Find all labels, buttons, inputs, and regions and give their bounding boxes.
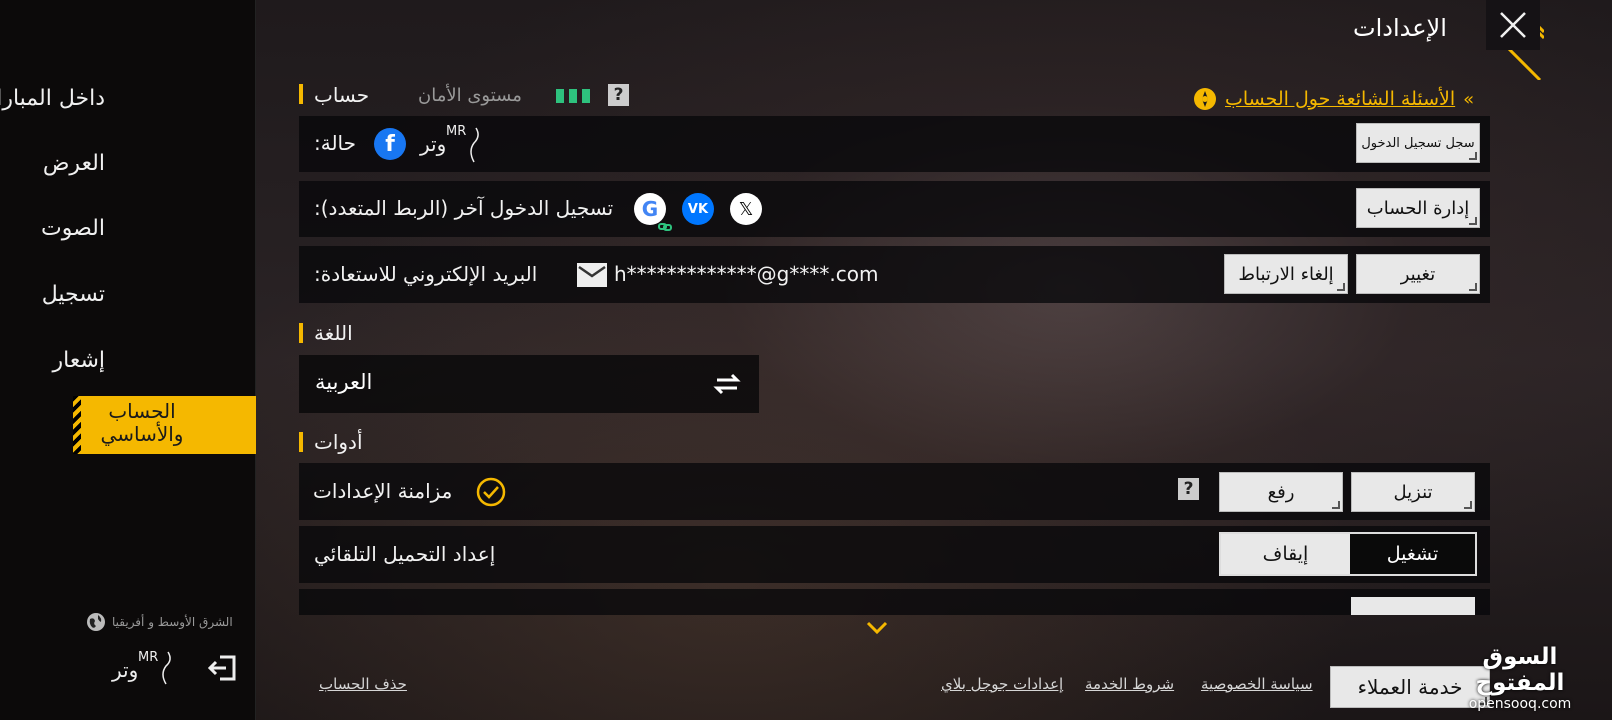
double-chevron-icon: « xyxy=(1463,88,1475,110)
language-section-title: اللغة xyxy=(314,321,353,345)
account-faq-link-row[interactable]: الأسئلة الشائعة حول الحساب « xyxy=(1193,87,1474,111)
tools-section-title: أدوات xyxy=(314,430,363,454)
tools-section-bar xyxy=(299,432,303,452)
player-name: وتر xyxy=(112,658,139,682)
sidebar-item-recording[interactable]: تسجيل xyxy=(42,282,105,307)
vk-icon[interactable]: VK xyxy=(682,193,714,225)
globe-icon xyxy=(86,612,106,632)
page-title: الإعدادات xyxy=(1353,14,1447,42)
auto-load-label: إعداد التحميل التلقائي xyxy=(314,542,496,566)
region-row: الشرق الأوسط و أفريقيا xyxy=(86,612,233,632)
sidebar-item-account-active[interactable]: الحساب والأساسي xyxy=(73,396,259,454)
recovery-email-value: h*************@g****.com xyxy=(614,262,879,286)
sidebar: داخل المباراة العرض الصوت تسجيل إشعار ال… xyxy=(0,0,259,720)
security-bar xyxy=(556,89,564,103)
security-help-icon[interactable]: ? xyxy=(608,84,629,106)
sync-settings-label: مزامنة الإعدادات xyxy=(313,479,453,503)
close-icon xyxy=(1500,12,1526,38)
link-chain-icon xyxy=(658,217,672,231)
watermark: السوق المفتوح opensooq.com xyxy=(1440,644,1600,712)
close-button[interactable] xyxy=(1486,0,1540,50)
security-bar xyxy=(582,89,590,103)
sync-check-icon xyxy=(476,477,506,507)
partial-row-button[interactable] xyxy=(1351,597,1475,615)
status-tag-curl-icon xyxy=(470,127,479,163)
language-current: العربية xyxy=(315,370,373,394)
swap-arrows-icon xyxy=(713,373,741,395)
unlink-button[interactable]: إلغاء الارتباط xyxy=(1224,254,1348,294)
language-selector[interactable]: العربية xyxy=(299,355,759,413)
account-section-title: حساب xyxy=(314,83,370,107)
terms-of-service-link[interactable]: شروط الخدمة xyxy=(1085,675,1174,693)
region-label: الشرق الأوسط و أفريقيا xyxy=(112,615,233,629)
account-faq-link[interactable]: الأسئلة الشائعة حول الحساب xyxy=(1225,88,1455,110)
manage-account-button[interactable]: إدارة الحساب xyxy=(1356,188,1480,228)
auto-load-toggle: إيقاف تشغيل xyxy=(1219,532,1477,576)
player-name-badge: وتر MR xyxy=(112,650,172,686)
watermark-latin: opensooq.com xyxy=(1468,696,1572,712)
facebook-icon: f xyxy=(374,128,406,160)
sync-help-icon[interactable]: ? xyxy=(1178,478,1199,500)
logout-icon[interactable] xyxy=(207,654,238,682)
x-twitter-icon[interactable]: 𝕏 xyxy=(730,193,762,225)
toggle-off-option[interactable]: إيقاف xyxy=(1221,534,1350,574)
other-login-label: تسجيل الدخول آخر (الربط المتعدد): xyxy=(314,196,614,220)
recovery-email-label: البريد الإلكتروني للاستعادة: xyxy=(314,262,538,286)
language-section-bar xyxy=(299,323,303,343)
status-name: وتر xyxy=(420,132,447,156)
faq-badge-icon xyxy=(1193,87,1217,111)
security-bar xyxy=(569,89,577,103)
security-level-label: مستوى الأمان xyxy=(418,85,522,106)
upload-button[interactable]: رفع xyxy=(1219,472,1343,512)
privacy-policy-link[interactable]: سياسة الخصوصية xyxy=(1201,675,1313,693)
google-play-settings-link[interactable]: إعدادات جوجل بلاي xyxy=(941,675,1063,693)
partial-row xyxy=(299,589,1490,615)
delete-account-link[interactable]: حذف الحساب xyxy=(319,675,407,693)
active-stripes xyxy=(73,396,81,454)
login-history-button[interactable]: سجل تسجيل الدخول xyxy=(1356,123,1480,163)
partial-row-clip xyxy=(299,589,1490,615)
status-name-badge: وتر MR xyxy=(420,124,482,164)
security-level-bars xyxy=(556,89,590,103)
watermark-arabic: السوق المفتوح xyxy=(1475,644,1565,696)
download-button[interactable]: تنزيل xyxy=(1351,472,1475,512)
account-status-label: حالة: xyxy=(314,131,357,155)
email-icon xyxy=(577,263,607,287)
sidebar-item-sound[interactable]: الصوت xyxy=(41,216,105,241)
scroll-down-chevron-icon[interactable] xyxy=(866,620,888,635)
player-tag-curl-icon xyxy=(162,651,171,685)
account-section-bar xyxy=(299,84,303,104)
sidebar-item-display[interactable]: العرض xyxy=(43,151,105,176)
sidebar-item-in-match[interactable]: داخل المباراة xyxy=(0,86,105,111)
sidebar-item-account-label: الحساب والأساسي xyxy=(100,399,184,446)
toggle-on-option[interactable]: تشغيل xyxy=(1350,534,1475,574)
change-email-button[interactable]: تغيير xyxy=(1356,254,1480,294)
sidebar-item-notification[interactable]: إشعار xyxy=(53,348,106,373)
